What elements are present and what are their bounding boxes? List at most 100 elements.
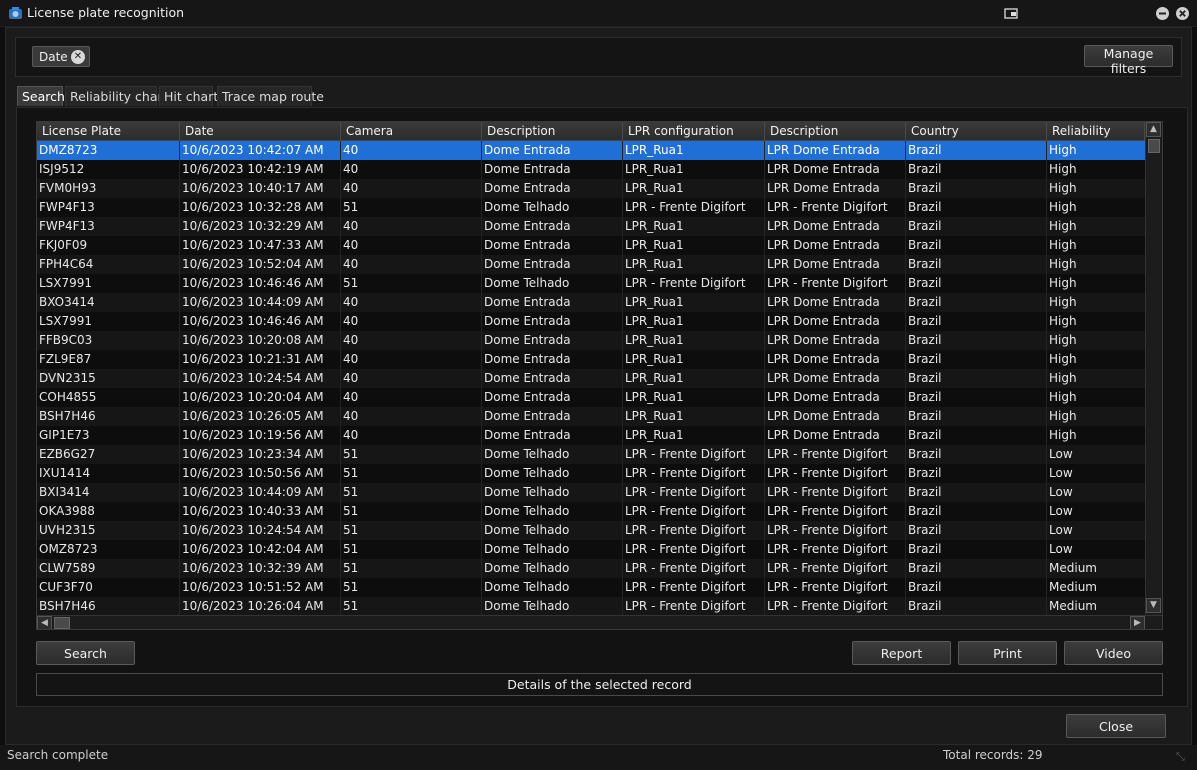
cell-country: Brazil xyxy=(908,238,942,252)
cell-description: Dome Telhado xyxy=(484,599,570,613)
table-row[interactable]: FPH4C64 10/6/2023 10:52:04 AM 40 Dome Entra… xyxy=(37,255,1145,274)
column-header-lpr-description[interactable]: Description xyxy=(765,122,906,141)
column-divider xyxy=(340,141,341,615)
table-row[interactable]: FZL9E87 10/6/2023 10:21:31 AM 40 Dome Entra… xyxy=(37,350,1145,369)
table-row[interactable]: OKA3988 10/6/2023 10:40:33 AM 51 Dome Telha… xyxy=(37,502,1145,521)
cell-description: Dome Telhado xyxy=(484,542,570,556)
cell-lpr-configuration: LPR - Frente Digifort xyxy=(625,580,746,594)
cell-date: 10/6/2023 10:40:17 AM xyxy=(182,181,324,195)
cell-camera: 51 xyxy=(343,542,359,556)
cell-lpr-configuration: LPR_Rua1 xyxy=(625,333,684,347)
column-header-camera[interactable]: Camera xyxy=(341,122,482,141)
horizontal-scroll-thumb[interactable] xyxy=(54,617,70,629)
table-row[interactable]: ISJ9512 10/6/2023 10:42:19 AM 40 Dome Entra… xyxy=(37,160,1145,179)
vertical-scroll-thumb[interactable] xyxy=(1148,139,1160,153)
cell-country: Brazil xyxy=(908,466,942,480)
print-button[interactable]: Print xyxy=(958,641,1057,665)
cell-country: Brazil xyxy=(908,276,942,290)
details-of-selected-record-button[interactable]: Details of the selected record xyxy=(36,673,1163,696)
cell-description: Dome Entrada xyxy=(484,143,571,157)
scroll-right-icon[interactable]: ▶ xyxy=(1130,616,1145,629)
table-row[interactable]: BSH7H46 10/6/2023 10:26:05 AM 40 Dome Entra… xyxy=(37,407,1145,426)
table-row[interactable]: BSH7H46 10/6/2023 10:26:04 AM 51 Dome Telha… xyxy=(37,597,1145,616)
cell-camera: 40 xyxy=(343,371,359,385)
vertical-scrollbar[interactable]: ▲ ▼ xyxy=(1145,122,1162,615)
cell-license-plate: OKA3988 xyxy=(39,504,95,518)
date-filter-chip[interactable]: Date ✕ xyxy=(32,46,90,67)
table-row[interactable]: FKJ0F09 10/6/2023 10:47:33 AM 40 Dome Entra… xyxy=(37,236,1145,255)
close-button[interactable]: Close xyxy=(1066,714,1166,738)
table-row[interactable]: BXI3414 10/6/2023 10:44:09 AM 51 Dome Telha… xyxy=(37,483,1145,502)
cell-date: 10/6/2023 10:32:29 AM xyxy=(182,219,324,233)
table-row[interactable]: GIP1E73 10/6/2023 10:19:56 AM 40 Dome Entra… xyxy=(37,426,1145,445)
cell-lpr-configuration: LPR_Rua1 xyxy=(625,352,684,366)
cell-lpr-description: LPR - Frente Digifort xyxy=(767,200,888,214)
report-button[interactable]: Report xyxy=(852,641,951,665)
undock-icon[interactable] xyxy=(1004,6,1019,21)
column-divider xyxy=(764,141,765,615)
column-header-date[interactable]: Date xyxy=(180,122,341,141)
cell-camera: 51 xyxy=(343,580,359,594)
tab-search[interactable]: Search xyxy=(17,86,65,106)
cell-lpr-description: LPR Dome Entrada xyxy=(767,162,880,176)
table-row[interactable]: UVH2315 10/6/2023 10:24:54 AM 51 Dome Telha… xyxy=(37,521,1145,540)
cell-lpr-configuration: LPR - Frente Digifort xyxy=(625,523,746,537)
table-row[interactable]: FFB9C03 10/6/2023 10:20:08 AM 40 Dome Entra… xyxy=(37,331,1145,350)
cell-reliability: High xyxy=(1049,257,1077,271)
cell-reliability: High xyxy=(1049,428,1077,442)
table-row[interactable]: BXO3414 10/6/2023 10:44:09 AM 40 Dome Entra… xyxy=(37,293,1145,312)
cell-license-plate: BSH7H46 xyxy=(39,409,96,423)
scroll-down-icon[interactable]: ▼ xyxy=(1146,598,1161,613)
column-header-license-plate[interactable]: License Plate xyxy=(37,122,180,141)
table-row[interactable]: FVM0H93 10/6/2023 10:40:17 AM 40 Dome Entra… xyxy=(37,179,1145,198)
column-header-description[interactable]: Description xyxy=(482,122,623,141)
table-row[interactable]: LSX7991 10/6/2023 10:46:46 AM 51 Dome Telha… xyxy=(37,274,1145,293)
grid-header: License Plate Date Camera Description LPR co… xyxy=(37,122,1145,141)
cell-lpr-description: LPR Dome Entrada xyxy=(767,181,880,195)
cell-reliability: High xyxy=(1049,409,1077,423)
cell-license-plate: FWP4F13 xyxy=(39,200,95,214)
tab-trace-map-route[interactable]: Trace map route xyxy=(217,86,324,106)
column-header-reliability[interactable]: Reliability xyxy=(1047,122,1145,141)
close-window-icon[interactable] xyxy=(1175,6,1190,21)
tab-hit-chart[interactable]: Hit chart xyxy=(159,86,218,106)
results-grid[interactable]: License Plate Date Camera Description LPR co… xyxy=(36,121,1163,630)
column-header-lpr-configuration[interactable]: LPR configuration xyxy=(623,122,765,141)
table-row[interactable]: CLW7589 10/6/2023 10:32:39 AM 51 Dome Telha… xyxy=(37,559,1145,578)
search-button[interactable]: Search xyxy=(36,641,135,665)
cell-license-plate: CUF3F70 xyxy=(39,580,93,594)
tab-reliability-chart[interactable]: Reliability chart xyxy=(65,86,168,106)
cell-camera: 51 xyxy=(343,523,359,537)
cell-camera: 51 xyxy=(343,276,359,290)
cell-country: Brazil xyxy=(908,599,942,613)
scroll-left-icon[interactable]: ◀ xyxy=(37,616,52,629)
horizontal-scrollbar[interactable]: ◀ ▶ xyxy=(37,615,1162,629)
date-filter-label: Date xyxy=(39,50,68,64)
cell-country: Brazil xyxy=(908,162,942,176)
cell-country: Brazil xyxy=(908,200,942,214)
table-row[interactable]: LSX7991 10/6/2023 10:46:46 AM 40 Dome Entra… xyxy=(37,312,1145,331)
table-row[interactable]: FWP4F13 10/6/2023 10:32:29 AM 40 Dome Entra… xyxy=(37,217,1145,236)
cell-lpr-configuration: LPR - Frente Digifort xyxy=(625,447,746,461)
table-row[interactable]: OMZ8723 10/6/2023 10:42:04 AM 51 Dome Telha… xyxy=(37,540,1145,559)
search-panel: License Plate Date Camera Description LPR co… xyxy=(16,107,1188,707)
cell-description: Dome Entrada xyxy=(484,390,571,404)
cell-lpr-description: LPR - Frente Digifort xyxy=(767,580,888,594)
cell-description: Dome Entrada xyxy=(484,181,571,195)
cell-lpr-description: LPR Dome Entrada xyxy=(767,333,880,347)
table-row[interactable]: COH4855 10/6/2023 10:20:04 AM 40 Dome Entra… xyxy=(37,388,1145,407)
remove-filter-icon[interactable]: ✕ xyxy=(71,50,85,64)
manage-filters-button[interactable]: Manage filters xyxy=(1084,45,1173,76)
table-row[interactable]: EZB6G27 10/6/2023 10:23:34 AM 51 Dome Telha… xyxy=(37,445,1145,464)
table-row[interactable]: FWP4F13 10/6/2023 10:32:28 AM 51 Dome Telha… xyxy=(37,198,1145,217)
video-button[interactable]: Video xyxy=(1064,641,1163,665)
table-row[interactable]: IXU1414 10/6/2023 10:50:56 AM 51 Dome Telha… xyxy=(37,464,1145,483)
scroll-up-icon[interactable]: ▲ xyxy=(1146,122,1161,137)
cell-camera: 40 xyxy=(343,143,359,157)
table-row[interactable]: DMZ8723 10/6/2023 10:42:07 AM 40 Dome Entra… xyxy=(37,141,1145,160)
minimize-icon[interactable] xyxy=(1155,6,1170,21)
resize-grip-icon[interactable]: ⤡ xyxy=(1176,750,1190,764)
table-row[interactable]: DVN2315 10/6/2023 10:24:54 AM 40 Dome Entra… xyxy=(37,369,1145,388)
table-row[interactable]: CUF3F70 10/6/2023 10:51:52 AM 51 Dome Telha… xyxy=(37,578,1145,597)
column-header-country[interactable]: Country xyxy=(906,122,1047,141)
